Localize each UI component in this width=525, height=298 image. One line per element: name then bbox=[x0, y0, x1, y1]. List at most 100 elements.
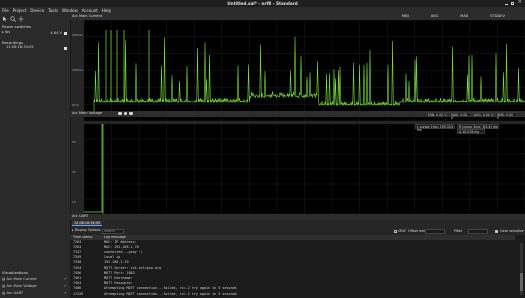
log-row[interactable]: 7456 MQTT Port: 1883 bbox=[70, 270, 515, 276]
column-log-message[interactable]: Log message bbox=[104, 235, 126, 239]
log-table-header: Time stamp Log message bbox=[70, 235, 515, 240]
log-message: MAC: IP Address: bbox=[104, 239, 137, 244]
filter-input[interactable] bbox=[468, 228, 488, 234]
viz-label: Arc UART bbox=[6, 291, 24, 295]
crlf-label: CRLF bbox=[398, 228, 407, 233]
menu-project[interactable]: Project bbox=[11, 7, 29, 13]
log-message: Attempting MQTT connection...failed, rc=… bbox=[104, 286, 237, 291]
stat-header: MAX bbox=[460, 14, 469, 19]
close-icon[interactable]: × bbox=[518, 0, 522, 5]
recording-row[interactable]: 12:08:18:34:05 bbox=[6, 45, 68, 51]
log-row[interactable]: 7466 Attempting MQTT connection...failed,… bbox=[70, 286, 515, 291]
column-timestamp[interactable]: Time stamp bbox=[73, 235, 92, 239]
sidebar: Power switches ▸ Ibs 4.64 V Recordings 1… bbox=[0, 14, 71, 298]
visualizations-heading: Visualizations bbox=[2, 270, 28, 275]
log-timestamp: 7454 bbox=[73, 265, 82, 270]
y-label: 1V bbox=[72, 200, 76, 204]
check-icon[interactable]: ✓ bbox=[64, 284, 67, 289]
y-label: 0mA bbox=[72, 103, 79, 107]
device-toggle[interactable] bbox=[64, 31, 67, 35]
viz-label: Arc Main Voltage bbox=[6, 284, 37, 288]
log-timestamp: 7461 bbox=[73, 275, 82, 280]
log-timestamp: 7347 bbox=[73, 249, 82, 254]
menu-window[interactable]: Window bbox=[60, 7, 80, 13]
power-device-row[interactable]: ▸ Ibs 4.64 V bbox=[2, 30, 68, 36]
viz-item-uart[interactable]: ▤ Arc UART ✓ bbox=[2, 291, 68, 297]
log-timestamp: 7349 bbox=[73, 255, 82, 260]
log-timestamp: 7264 bbox=[73, 239, 82, 244]
log-row[interactable]: 7454 MQTT Server: iot.eclipse.org bbox=[70, 265, 515, 271]
log-timestamp: 7350 bbox=[73, 260, 82, 265]
uart-panel-header: Arc UART bbox=[70, 214, 525, 220]
maximize-icon[interactable] bbox=[511, 1, 514, 5]
crlf-checkbox[interactable] bbox=[394, 229, 397, 233]
menu-tools[interactable]: Tools bbox=[46, 7, 60, 13]
device-name: Ibs bbox=[4, 30, 11, 34]
case-sensitive-label: Case sensitive bbox=[500, 228, 524, 233]
recording-name: 12:08:18:34:05 bbox=[6, 45, 34, 49]
y-label: 100mA bbox=[72, 68, 83, 72]
offset-label: Offset min bbox=[408, 228, 426, 233]
display-options-button[interactable]: ▸ Display Options bbox=[72, 228, 101, 234]
voltage-plot[interactable] bbox=[83, 123, 525, 215]
settings-icon[interactable] bbox=[129, 111, 133, 115]
y-label: 5V bbox=[72, 140, 76, 144]
y-label: 200mA bbox=[72, 33, 83, 37]
pan-icon[interactable] bbox=[18, 16, 24, 22]
log-message: local ip bbox=[104, 255, 121, 260]
v-stat-min: MIN: 0.00 V bbox=[426, 112, 448, 117]
menu-account[interactable]: Account bbox=[80, 7, 100, 13]
menu-help[interactable]: Help bbox=[100, 7, 113, 13]
recording-toggle[interactable] bbox=[64, 46, 67, 50]
recording-tab[interactable]: 12:08:18:34:05 bbox=[72, 221, 103, 226]
log-row[interactable]: 7349 local ip bbox=[70, 255, 515, 260]
log-timestamp: 7466 bbox=[73, 286, 82, 291]
log-timestamp: 7456 bbox=[73, 270, 82, 275]
stop-icon[interactable] bbox=[118, 111, 122, 115]
log-message: 192.168.1.70 bbox=[104, 260, 129, 265]
cursor-icon[interactable] bbox=[2, 16, 8, 22]
log-message: MQTT Password: bbox=[104, 281, 133, 286]
log-timestamp: 7464 bbox=[73, 281, 82, 286]
log-message: connected...yeay :) bbox=[104, 249, 143, 254]
stat-header: AVG bbox=[430, 14, 439, 19]
viz-item-main-current[interactable]: ▤ Arc Main Current ✓ bbox=[2, 277, 68, 283]
cursor-left-readout: L cursor 1ms: 195.324 ms bbox=[415, 124, 455, 131]
menu-file[interactable]: File bbox=[0, 7, 11, 13]
stat-header: STDDEV bbox=[490, 14, 505, 19]
log-row[interactable]: 17439 Attempting MQTT connection...failed… bbox=[70, 291, 515, 297]
log-message: MAC: 192.168.1.70 bbox=[104, 244, 139, 249]
window-title: Untitled.sal* - nrf8 - Standard bbox=[227, 0, 298, 6]
viz-item-main-voltage[interactable]: ▤ Arc Main Voltage ✓ bbox=[2, 284, 68, 290]
display-options-label: Display Options bbox=[74, 228, 101, 232]
zoom-icon[interactable] bbox=[10, 16, 16, 22]
device-value: 4.64 V bbox=[50, 30, 62, 35]
offset-input[interactable] bbox=[425, 228, 445, 234]
check-icon[interactable]: ✓ bbox=[64, 277, 67, 282]
log-scrollbar[interactable] bbox=[520, 243, 523, 295]
search-input[interactable]: Search bbox=[102, 228, 124, 234]
case-sensitive-checkbox[interactable] bbox=[495, 229, 498, 233]
current-plot[interactable] bbox=[83, 19, 525, 122]
minimize-icon[interactable] bbox=[505, 3, 508, 5]
info-icon[interactable] bbox=[123, 111, 127, 115]
viz-label: Arc Main Current bbox=[6, 277, 37, 281]
y-label: 3V bbox=[72, 170, 76, 174]
v-stat-rms: RMS: 0.00 V bbox=[495, 112, 517, 119]
log-row[interactable]: 7461 MQTT Username: bbox=[70, 275, 515, 281]
log-row[interactable]: 7347 connected...yeay :) bbox=[70, 249, 515, 255]
log-scroll-thumb[interactable] bbox=[520, 273, 523, 291]
log-timestamp: 17439 bbox=[73, 291, 84, 296]
filter-label: Filter bbox=[454, 228, 463, 233]
v-stat-avg: AVG: 0.00 V bbox=[472, 112, 494, 117]
voltage-trace-svg bbox=[83, 123, 525, 215]
stat-header: MIN bbox=[401, 14, 409, 19]
power-switches-heading: Power switches bbox=[2, 24, 32, 29]
check-icon[interactable]: ✓ bbox=[64, 291, 67, 296]
log-timestamp: 7264 bbox=[73, 244, 82, 249]
menu-device[interactable]: Device bbox=[28, 7, 46, 13]
log-row[interactable]: 7350 192.168.1.70 bbox=[70, 260, 515, 265]
log-message: MQTT Port: 1883 bbox=[104, 270, 135, 275]
voltage-panel-title: Arc Main Voltage bbox=[72, 111, 103, 116]
log-message: MQTT Server: iot.eclipse.org bbox=[104, 265, 162, 270]
